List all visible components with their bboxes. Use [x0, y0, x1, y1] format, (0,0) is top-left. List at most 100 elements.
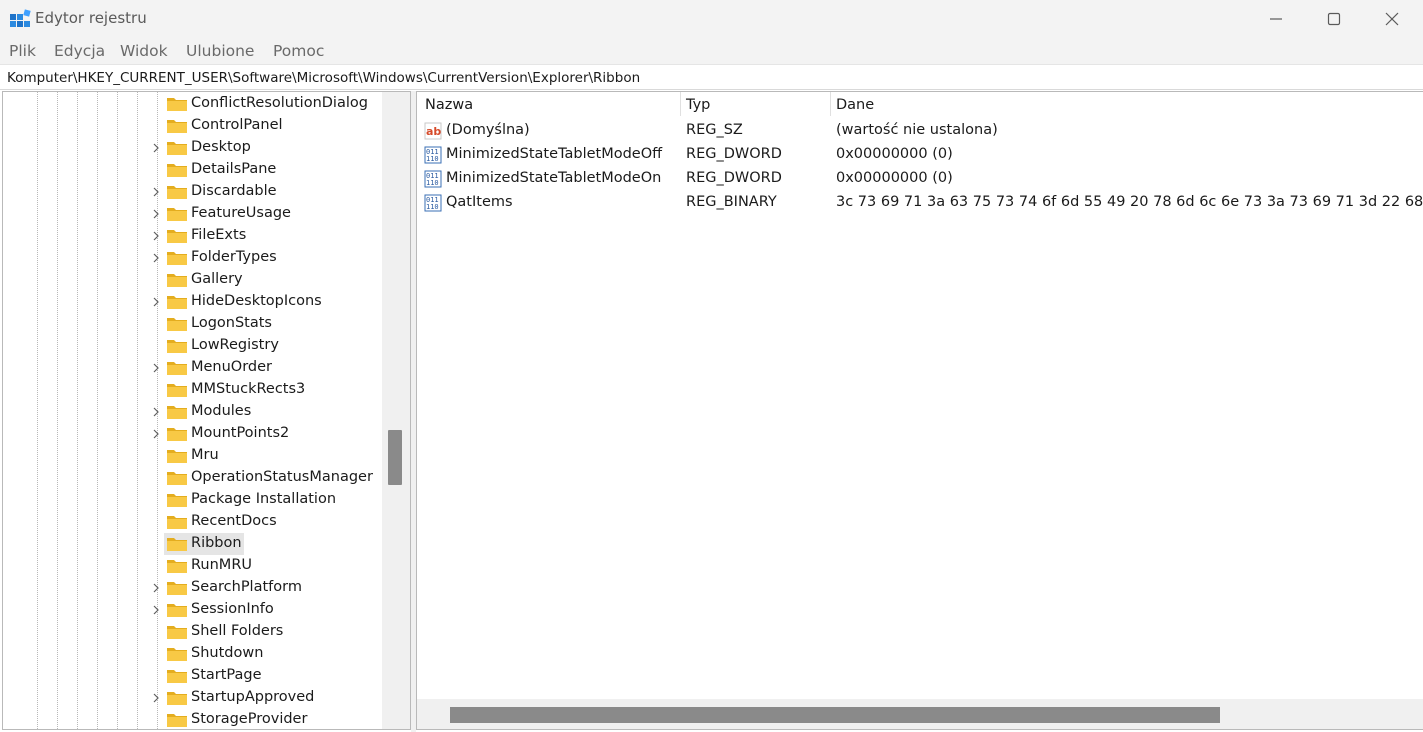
tree-item[interactable]: HideDesktopIcons: [3, 291, 383, 313]
folder-icon: [167, 98, 187, 111]
values-scroll-thumb[interactable]: [450, 707, 1220, 723]
minimize-button[interactable]: [1247, 0, 1305, 38]
value-row[interactable]: 011 110 QatItems REG_BINARY 3c 73 69 71 3a 6…: [417, 191, 1423, 215]
tree-item[interactable]: FileExts: [3, 225, 383, 247]
maximize-button[interactable]: [1305, 0, 1363, 38]
address-path[interactable]: Komputer\HKEY_CURRENT_USER\Software\Micr…: [7, 70, 640, 86]
maximize-icon: [1327, 12, 1341, 26]
tree-item-label: StorageProvider: [191, 711, 308, 727]
column-header-name[interactable]: Nazwa: [425, 97, 473, 113]
folder-icon: [167, 142, 187, 155]
tree-item-label: StartupApproved: [191, 689, 315, 705]
tree-item[interactable]: MMStuckRects3: [3, 379, 383, 401]
chevron-right-icon[interactable]: [150, 406, 162, 418]
folder-icon: [167, 406, 187, 419]
tree-item[interactable]: FolderTypes: [3, 247, 383, 269]
value-data: 3c 73 69 71 3a 63 75 73 74 6f 6d 55 49 2…: [836, 194, 1423, 210]
value-row[interactable]: 011 110 MinimizedStateTabletModeOn REG_DWOR…: [417, 167, 1423, 191]
tree-item-label: Shutdown: [191, 645, 264, 661]
chevron-right-icon[interactable]: [150, 692, 162, 704]
tree-item[interactable]: Shutdown: [3, 643, 383, 665]
tree-item-label: SessionInfo: [191, 601, 274, 617]
chevron-right-icon[interactable]: [150, 186, 162, 198]
values-horizontal-scrollbar[interactable]: [417, 699, 1423, 729]
tree-item[interactable]: MenuOrder: [3, 357, 383, 379]
tree-item[interactable]: Gallery: [3, 269, 383, 291]
chevron-right-icon[interactable]: [150, 296, 162, 308]
menu-bar: Plik Edycja Widok Ulubione Pomoc: [0, 38, 1423, 64]
chevron-right-icon[interactable]: [150, 604, 162, 616]
tree-item-label: ControlPanel: [191, 117, 283, 133]
column-header-type[interactable]: Typ: [686, 97, 710, 113]
tree-item[interactable]: MountPoints2: [3, 423, 383, 445]
value-type: REG_SZ: [686, 122, 743, 138]
menu-edycja[interactable]: Edycja: [54, 42, 105, 60]
tree-item[interactable]: SessionInfo: [3, 599, 383, 621]
tree-item[interactable]: Modules: [3, 401, 383, 423]
tree-item[interactable]: LogonStats: [3, 313, 383, 335]
tree-item[interactable]: Mru: [3, 445, 383, 467]
tree-vertical-scrollbar[interactable]: [382, 92, 410, 729]
tree-item-label: Gallery: [191, 271, 243, 287]
folder-icon: [167, 626, 187, 639]
tree-item[interactable]: DetailsPane: [3, 159, 383, 181]
registry-editor-icon: [10, 9, 31, 27]
folder-icon: [167, 582, 187, 595]
tree-item-label: RecentDocs: [191, 513, 277, 529]
chevron-right-icon[interactable]: [150, 428, 162, 440]
folder-icon: [167, 516, 187, 529]
tree-item-label: FolderTypes: [191, 249, 277, 265]
values-list[interactable]: Nazwa Typ Dane ab (Domyślna) REG_SZ (wartoś…: [416, 91, 1423, 730]
tree-item[interactable]: Discardable: [3, 181, 383, 203]
chevron-right-icon[interactable]: [150, 230, 162, 242]
menu-plik[interactable]: Plik: [9, 42, 36, 60]
column-header-data[interactable]: Dane: [836, 97, 874, 113]
tree-item-label: MountPoints2: [191, 425, 290, 441]
address-bar[interactable]: Komputer\HKEY_CURRENT_USER\Software\Micr…: [0, 64, 1423, 90]
chevron-right-icon[interactable]: [150, 362, 162, 374]
tree-item-label: SearchPlatform: [191, 579, 302, 595]
tree-scroll-thumb[interactable]: [388, 430, 402, 485]
folder-icon: [167, 252, 187, 265]
binary-value-icon: 011110: [424, 170, 442, 188]
menu-ulubione[interactable]: Ulubione: [186, 42, 254, 60]
chevron-right-icon[interactable]: [150, 208, 162, 220]
menu-widok[interactable]: Widok: [120, 42, 168, 60]
chevron-right-icon[interactable]: [150, 142, 162, 154]
chevron-right-icon[interactable]: [150, 252, 162, 264]
tree-item[interactable]: ConflictResolutionDialog: [3, 93, 383, 115]
menu-pomoc[interactable]: Pomoc: [273, 42, 324, 60]
chevron-right-icon[interactable]: [150, 582, 162, 594]
folder-icon: [167, 428, 187, 441]
folder-icon: [167, 274, 187, 287]
value-row[interactable]: ab (Domyślna) REG_SZ (wartość nie ustalona): [417, 119, 1423, 143]
value-type: REG_DWORD: [686, 146, 782, 162]
value-row[interactable]: 011 110 MinimizedStateTabletModeOff REG_DWO…: [417, 143, 1423, 167]
tree-item[interactable]: ControlPanel: [3, 115, 383, 137]
key-tree[interactable]: ConflictResolutionDialog ControlPanel Desk…: [2, 91, 411, 730]
tree-item[interactable]: Desktop: [3, 137, 383, 159]
tree-item[interactable]: Ribbon: [3, 533, 383, 555]
tree-item[interactable]: Shell Folders: [3, 621, 383, 643]
tree-item[interactable]: StartPage: [3, 665, 383, 687]
column-divider[interactable]: [830, 92, 831, 116]
folder-icon: [167, 604, 187, 617]
folder-icon: [167, 208, 187, 221]
tree-item[interactable]: StorageProvider: [3, 709, 383, 729]
column-divider[interactable]: [680, 92, 681, 116]
folder-icon: [167, 164, 187, 177]
tree-item[interactable]: FeatureUsage: [3, 203, 383, 225]
folder-icon: [167, 538, 187, 551]
tree-item-label: Modules: [191, 403, 252, 419]
tree-item[interactable]: LowRegistry: [3, 335, 383, 357]
folder-icon: [167, 230, 187, 243]
tree-item[interactable]: OperationStatusManager: [3, 467, 383, 489]
folder-icon: [167, 384, 187, 397]
tree-item[interactable]: Package Installation: [3, 489, 383, 511]
string-value-icon: ab: [424, 122, 442, 140]
tree-item[interactable]: RecentDocs: [3, 511, 383, 533]
close-button[interactable]: [1363, 0, 1421, 38]
tree-item[interactable]: SearchPlatform: [3, 577, 383, 599]
tree-item[interactable]: RunMRU: [3, 555, 383, 577]
tree-item[interactable]: StartupApproved: [3, 687, 383, 709]
